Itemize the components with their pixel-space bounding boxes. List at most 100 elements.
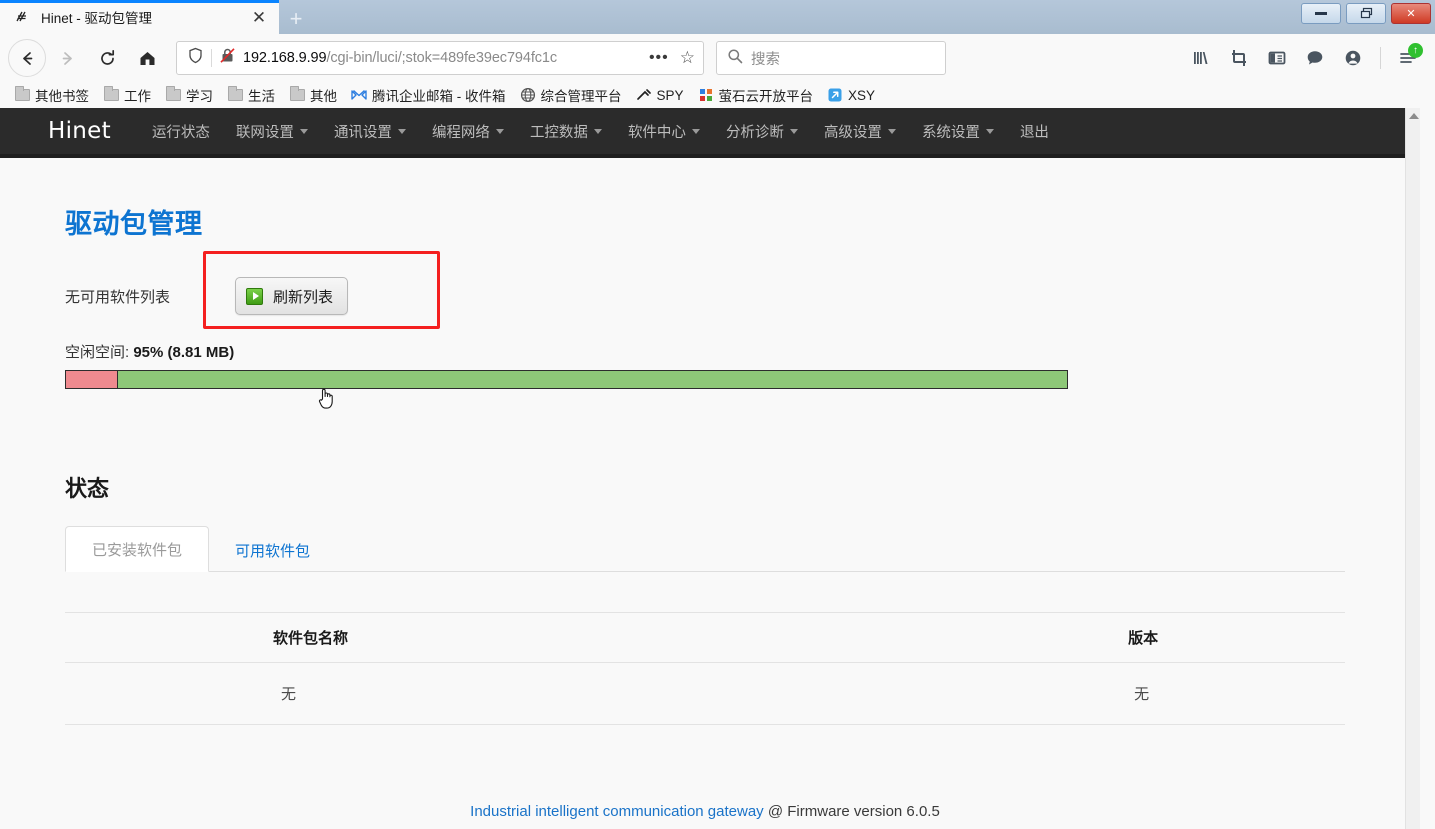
nav-item-software-center[interactable]: 软件中心 (615, 121, 713, 142)
free-space-progress-bar (65, 370, 1068, 389)
bookmark-spy[interactable]: SPY (630, 85, 690, 105)
nav-item-industrial-data[interactable]: 工控数据 (517, 121, 615, 142)
bookmarks-bar: 其他书签 工作 学习 生活 其他 腾讯企业邮箱 - 收件箱 (0, 82, 1435, 108)
nav-item-analysis-diagnostics[interactable]: 分析诊断 (713, 121, 811, 142)
pocket-icon[interactable] (1298, 41, 1332, 75)
refresh-list-label: 刷新列表 (273, 286, 333, 307)
nav-item-comm-settings[interactable]: 通讯设置 (321, 121, 419, 142)
nav-item-system-settings[interactable]: 系统设置 (909, 121, 1007, 142)
sidebar-icon[interactable] (1260, 41, 1294, 75)
chevron-down-icon (300, 129, 308, 134)
nav-item-run-status[interactable]: 运行状态 (139, 121, 223, 142)
browser-tab[interactable]: Hinet - 驱动包管理 ✕ (0, 0, 279, 34)
refresh-row: 无可用软件列表 刷新列表 (65, 273, 1355, 319)
free-space-text: 空闲空间: (65, 344, 129, 361)
bookmark-label: 萤石云开放平台 (719, 85, 814, 105)
footer-link[interactable]: Industrial intelligent communication gat… (470, 803, 764, 820)
no-list-text: 无可用软件列表 (65, 286, 203, 307)
page-title: 驱动包管理 (65, 202, 1355, 241)
app-menu-icon[interactable]: ↑ (1391, 41, 1425, 75)
lock-broken-icon[interactable] (219, 47, 236, 69)
home-icon[interactable] (128, 39, 166, 77)
bookmark-study[interactable]: 学习 (159, 83, 219, 107)
nav-item-logout[interactable]: 退出 (1007, 121, 1062, 142)
bookmark-ezviz[interactable]: 萤石云开放平台 (692, 83, 820, 107)
nav-label: 联网设置 (236, 121, 294, 142)
maximize-button[interactable] (1346, 3, 1386, 24)
bookmark-misc[interactable]: 其他 (283, 83, 343, 107)
table-spacer (65, 725, 1355, 773)
window-controls: ✕ (1301, 3, 1431, 24)
search-input[interactable]: 搜索 (751, 48, 780, 69)
url-host: 192.168.9.99 (243, 50, 326, 66)
progress-used-segment (66, 371, 118, 388)
bookmark-label: 其他 (310, 85, 337, 105)
close-window-button[interactable]: ✕ (1391, 3, 1431, 24)
nav-item-advanced-settings[interactable]: 高级设置 (811, 121, 909, 142)
chevron-down-icon (888, 129, 896, 134)
bookmark-label: 工作 (124, 85, 151, 105)
shield-icon[interactable] (187, 47, 204, 69)
app-brand[interactable]: Hinet (48, 118, 111, 144)
toolbar-icons: ↑ (1184, 41, 1427, 75)
scroll-up-arrow-icon[interactable] (1406, 108, 1421, 124)
chevron-down-icon (398, 129, 406, 134)
bookmark-management-platform[interactable]: 综合管理平台 (514, 83, 628, 107)
status-tabs: 已安装软件包 可用软件包 (65, 525, 1345, 572)
tab-available-packages[interactable]: 可用软件包 (209, 528, 336, 572)
bookmark-label: 腾讯企业邮箱 - 收件箱 (372, 85, 506, 105)
minimize-button[interactable] (1301, 3, 1341, 24)
browser-toolbar: 192.168.9.99/cgi-bin/luci/;stok=489fe39e… (0, 34, 1435, 82)
bookmark-label: 其他书签 (35, 85, 89, 105)
footer-version: Firmware version 6.0.5 (787, 803, 940, 820)
folder-icon (14, 87, 30, 103)
page-scrollbar[interactable] (1405, 108, 1420, 829)
account-icon[interactable] (1336, 41, 1370, 75)
url-text[interactable]: 192.168.9.99/cgi-bin/luci/;stok=489fe39e… (243, 50, 638, 66)
nav-label: 软件中心 (628, 121, 686, 142)
bookmark-label: SPY (657, 88, 684, 103)
table-header-row: 软件包名称 版本 (65, 613, 1345, 663)
tab-installed-packages[interactable]: 已安装软件包 (65, 526, 209, 572)
tab-title: Hinet - 驱动包管理 (41, 7, 247, 27)
reload-icon[interactable] (88, 39, 126, 77)
address-bar[interactable]: 192.168.9.99/cgi-bin/luci/;stok=489fe39e… (176, 41, 704, 75)
nav-label: 高级设置 (824, 121, 882, 142)
folder-icon (165, 87, 181, 103)
tencent-mail-icon (351, 87, 367, 103)
nav-label: 工控数据 (530, 121, 588, 142)
bookmark-work[interactable]: 工作 (97, 83, 157, 107)
scrollbar-thumb[interactable] (1408, 124, 1419, 128)
folder-icon (103, 87, 119, 103)
forward-arrow-icon[interactable] (48, 39, 86, 77)
packages-table-head: 软件包名称 版本 (65, 613, 1345, 663)
nav-item-programming-network[interactable]: 编程网络 (419, 121, 517, 142)
nav-label: 分析诊断 (726, 121, 784, 142)
screenshot-icon[interactable] (1222, 41, 1256, 75)
refresh-list-button[interactable]: 刷新列表 (235, 277, 348, 315)
cell-package-name: 无 (65, 663, 428, 725)
bookmark-star-icon[interactable]: ☆ (680, 48, 695, 68)
free-space-size: (8.81 MB) (168, 344, 235, 361)
chevron-down-icon (692, 129, 700, 134)
tab-close-icon[interactable]: ✕ (247, 5, 271, 29)
page-actions-icon[interactable]: ••• (645, 49, 673, 67)
cell-version: 无 (428, 663, 1345, 725)
new-tab-button[interactable]: + (279, 4, 313, 34)
chevron-down-icon (986, 129, 994, 134)
page-footer: Industrial intelligent communication gat… (65, 803, 1345, 820)
bookmark-tencent-mail[interactable]: 腾讯企业邮箱 - 收件箱 (345, 83, 512, 107)
bookmark-other[interactable]: 其他书签 (8, 83, 95, 107)
url-path: /cgi-bin/luci/;stok=489fe39ec794fc1c (326, 50, 557, 66)
bookmark-xsy[interactable]: XSY (821, 85, 881, 105)
nav-label: 编程网络 (432, 121, 490, 142)
footer-separator: @ (768, 803, 783, 820)
bookmark-life[interactable]: 生活 (221, 83, 281, 107)
packages-table: 软件包名称 版本 无 无 (65, 612, 1345, 725)
back-arrow-icon[interactable] (8, 39, 46, 77)
folder-icon (227, 87, 243, 103)
library-icon[interactable] (1184, 41, 1218, 75)
nav-item-network-settings[interactable]: 联网设置 (223, 121, 321, 142)
search-bar[interactable]: 搜索 (716, 41, 946, 75)
nav-label: 退出 (1020, 121, 1049, 142)
